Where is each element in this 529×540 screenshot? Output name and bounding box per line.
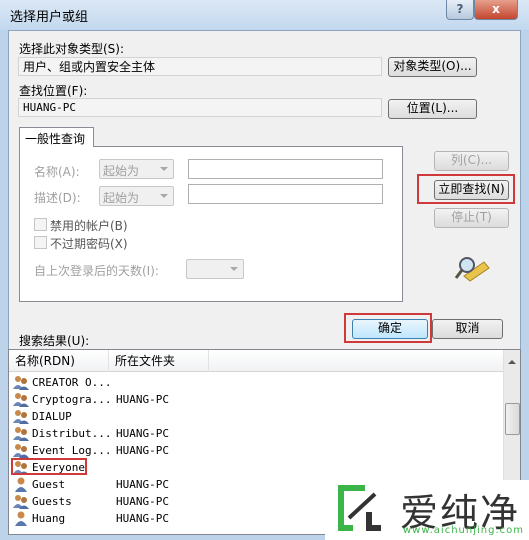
list-item[interactable]: DIALUP (13, 408, 493, 425)
description-mode-select[interactable]: 起始为 (99, 186, 174, 206)
item-folder: HUANG-PC (116, 495, 169, 508)
column-header-name[interactable]: 名称(RDN) (9, 350, 109, 372)
item-name: Huang (32, 512, 66, 525)
list-item[interactable]: CREATOR O... (13, 374, 493, 391)
find-now-button[interactable]: 立即查找(N) (434, 180, 509, 200)
group-icon (13, 410, 29, 424)
days-since-login-label: 自上次登录后的天数(I): (34, 264, 159, 278)
chevron-down-icon (230, 267, 238, 275)
ok-button[interactable]: 确定 (352, 319, 428, 339)
help-button[interactable]: ? (446, 0, 474, 20)
disabled-accounts-checkbox[interactable] (34, 218, 47, 231)
group-icon (13, 393, 29, 407)
object-type-field: 用户、组或内置安全主体 (18, 57, 382, 76)
description-mode-value: 起始为 (103, 191, 140, 205)
item-folder: HUANG-PC (116, 427, 169, 440)
watermark-logo: 爱纯净 www.aichunjing.com (325, 480, 529, 540)
description-label: 描述(D): (34, 191, 81, 205)
no-expire-password-checkbox[interactable] (34, 236, 47, 249)
user-icon (15, 511, 27, 526)
chevron-down-icon (160, 167, 168, 175)
item-name: Cryptogra... (32, 393, 112, 406)
list-item[interactable]: Event Log... HUANG-PC (13, 442, 493, 459)
disabled-accounts-label: 禁用的帐户(B) (50, 219, 128, 233)
item-folder: HUANG-PC (116, 444, 169, 457)
name-label: 名称(A): (34, 165, 80, 179)
item-name: Event Log... (32, 444, 112, 457)
column-header-folder[interactable]: 所在文件夹 (109, 350, 209, 372)
watermark-url: www.aichunjing.com (403, 525, 524, 536)
location-label: 查找位置(F): (19, 84, 88, 98)
item-folder: HUANG-PC (116, 393, 169, 406)
name-input[interactable] (188, 159, 383, 179)
stop-button[interactable]: 停止(T) (434, 208, 509, 228)
item-name: Guests (32, 495, 72, 508)
list-item[interactable]: Cryptogra... HUANG-PC (13, 391, 493, 408)
list-item[interactable]: Distribut... HUANG-PC (13, 425, 493, 442)
tab-general-query[interactable]: 一般性查询 (19, 127, 94, 147)
object-types-button[interactable]: 对象类型(O)... (388, 57, 477, 77)
no-expire-password-label: 不过期密码(X) (50, 237, 128, 251)
close-button[interactable]: x (474, 0, 518, 20)
item-name: CREATOR O... (32, 376, 112, 389)
results-header: 名称(RDN) 所在文件夹 (9, 350, 504, 372)
columns-button[interactable]: 列(C)... (434, 151, 509, 171)
object-type-label: 选择此对象类型(S): (19, 42, 125, 56)
name-mode-select[interactable]: 起始为 (99, 159, 174, 179)
group-icon (13, 444, 29, 458)
item-name: Guest (32, 478, 66, 491)
group-icon (13, 427, 29, 441)
item-name: Distribut... (32, 427, 112, 440)
scroll-up-icon[interactable] (508, 356, 516, 364)
results-label: 搜索结果(U): (19, 334, 90, 348)
name-mode-value: 起始为 (103, 164, 140, 178)
window-title: 选择用户或组 (10, 10, 89, 25)
user-icon (15, 477, 27, 492)
group-icon (13, 376, 29, 390)
days-since-login-select[interactable] (186, 259, 244, 279)
highlight-box (11, 458, 87, 475)
scrollbar-thumb[interactable] (505, 403, 520, 435)
locations-button[interactable]: 位置(L)... (388, 99, 477, 119)
search-magnifier-icon (454, 257, 490, 282)
item-folder: HUANG-PC (116, 478, 169, 491)
watermark-logo-icon (338, 485, 381, 531)
item-name: DIALUP (32, 410, 72, 423)
title-bar: 选择用户或组 ? x (0, 0, 529, 30)
cancel-button[interactable]: 取消 (432, 319, 503, 339)
group-icon (13, 495, 29, 509)
location-field: HUANG-PC (18, 98, 382, 117)
item-folder: HUANG-PC (116, 512, 169, 525)
chevron-down-icon (160, 194, 168, 202)
description-input[interactable] (188, 184, 383, 204)
